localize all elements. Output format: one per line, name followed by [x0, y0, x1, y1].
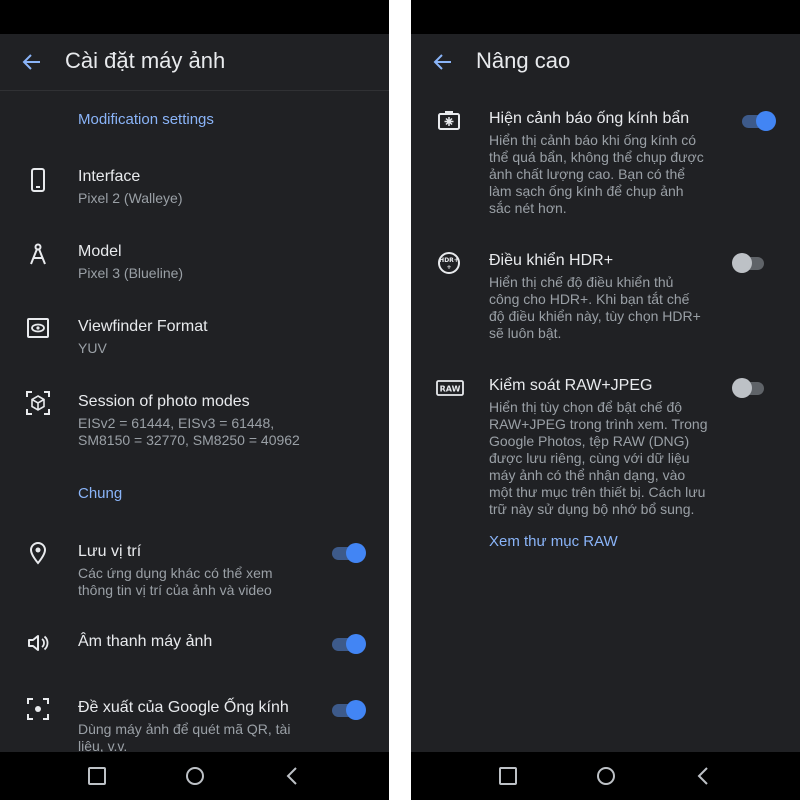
- setting-session[interactable]: Session of photo modes EISv2 = 61444, EI…: [0, 390, 389, 450]
- back-arrow-icon[interactable]: [20, 50, 44, 74]
- setting-title: Interface: [78, 168, 141, 185]
- svg-text:RAW: RAW: [440, 385, 461, 394]
- setting-title: Model: [78, 243, 122, 260]
- setting-title: Session of photo modes: [78, 393, 250, 410]
- back-nav-icon[interactable]: [694, 766, 714, 786]
- setting-model[interactable]: Model Pixel 3 (Blueline): [0, 240, 389, 290]
- app-bar: Cài đặt máy ảnh: [0, 34, 389, 91]
- setting-dirty-lens[interactable]: Hiện cảnh báo ống kính bẩn Hiển thị cảnh…: [411, 108, 800, 218]
- setting-sound[interactable]: Âm thanh máy ảnh: [0, 630, 389, 660]
- recents-icon[interactable]: [498, 766, 518, 786]
- section-header-modification: Modification settings: [78, 111, 214, 128]
- eye-icon: [27, 318, 49, 338]
- setting-google-lens[interactable]: Đề xuất của Google Ống kính Dùng máy ảnh…: [0, 696, 389, 756]
- setting-description-line-3: ảnh chất lượng cao. Bạn có thể: [489, 166, 686, 182]
- view-raw-folder-link[interactable]: Xem thư mục RAW: [489, 533, 618, 550]
- svg-text:+: +: [446, 264, 451, 271]
- setting-title: Đề xuất của Google Ống kính: [78, 699, 289, 716]
- location-toggle[interactable]: [330, 542, 366, 564]
- cube-icon: [26, 391, 50, 415]
- status-bar: [0, 0, 389, 34]
- setting-description-line-5: sắc nét hơn.: [489, 200, 567, 216]
- hdr-toggle[interactable]: [732, 252, 768, 274]
- back-nav-icon[interactable]: [283, 766, 303, 786]
- svg-text:HDR+: HDR+: [439, 257, 459, 264]
- setting-title: Kiểm soát RAW+JPEG: [489, 377, 653, 394]
- setting-subtitle-line-2: SM8150 = 32770, SM8250 = 40962: [78, 432, 300, 448]
- recents-icon[interactable]: [87, 766, 107, 786]
- setting-title: Hiện cảnh báo ống kính bẩn: [489, 110, 690, 127]
- app-bar: Nâng cao: [411, 34, 800, 90]
- nav-bar: [411, 752, 800, 800]
- setting-description-line-3: độ điều khiển này, tùy chọn HDR+: [489, 308, 701, 324]
- setting-subtitle-line-1: Dùng máy ảnh để quét mã QR, tài: [78, 721, 291, 737]
- setting-description-line-3: Google Photos, tệp RAW (DNG): [489, 433, 690, 449]
- setting-description-line-1: Hiển thị tùy chọn để bật chế độ: [489, 399, 683, 415]
- dirty-lens-toggle[interactable]: [740, 110, 776, 132]
- setting-description-line-2: RAW+JPEG trong trình xem. Trong: [489, 416, 708, 432]
- setting-description-line-2: công cho HDR+. Khi bạn tắt chế: [489, 291, 690, 307]
- setting-title: Âm thanh máy ảnh: [78, 633, 213, 650]
- hdr-icon: HDR++: [438, 252, 460, 274]
- raw-icon: RAW: [436, 380, 464, 396]
- sound-toggle[interactable]: [330, 633, 366, 655]
- setting-description-line-4: sẽ luôn bật.: [489, 325, 562, 341]
- setting-title: Lưu vị trí: [78, 543, 142, 560]
- home-icon[interactable]: [185, 766, 205, 786]
- status-bar: [411, 0, 800, 34]
- left-screen: Cài đặt máy ảnh Modification settings In…: [0, 0, 389, 800]
- setting-subtitle: Pixel 3 (Blueline): [78, 265, 184, 281]
- setting-location[interactable]: Lưu vị trí Các ứng dụng khác có thể xem …: [0, 540, 389, 600]
- right-screen: Nâng cao Hiện cảnh báo ống kính bẩn Hiển…: [411, 0, 800, 800]
- setting-subtitle-line-1: EISv2 = 61444, EISv3 = 61448,: [78, 415, 275, 431]
- setting-title: Điều khiển HDR+: [489, 252, 614, 269]
- page-title: Cài đặt máy ảnh: [65, 48, 226, 73]
- home-icon[interactable]: [596, 766, 616, 786]
- raw-jpeg-toggle[interactable]: [732, 377, 768, 399]
- setting-hdr[interactable]: HDR+ + Điều khiển HDR+ Hiển thị chế độ đi…: [411, 250, 800, 341]
- back-arrow-icon[interactable]: [431, 50, 455, 74]
- location-icon: [29, 541, 47, 565]
- setting-raw-jpeg[interactable]: RAW Kiểm soát RAW+JPEG Hiển thị tùy chọn…: [411, 375, 800, 517]
- lens-toggle[interactable]: [330, 699, 366, 721]
- page-title: Nâng cao: [476, 48, 571, 73]
- setting-subtitle: Pixel 2 (Walleye): [78, 190, 183, 206]
- dirty-lens-icon: [438, 111, 460, 130]
- nav-bar: [0, 752, 389, 800]
- setting-description-line-5: máy ảnh có thể nhận dạng, vào: [489, 467, 686, 483]
- phone-icon: [31, 168, 45, 192]
- setting-description-line-6: một thư mục trên thiết bị. Cách lưu: [489, 484, 706, 500]
- setting-subtitle-line-1: Các ứng dụng khác có thể xem: [78, 565, 273, 581]
- lens-icon: [27, 698, 49, 720]
- setting-description-line-4: làm sạch ống kính để chụp ảnh: [489, 183, 684, 199]
- setting-interface[interactable]: Interface Pixel 2 (Walleye): [0, 165, 389, 215]
- compass-icon: [30, 243, 46, 265]
- setting-subtitle: YUV: [78, 340, 107, 356]
- setting-description-line-1: Hiển thị chế độ điều khiển thủ: [489, 274, 674, 290]
- setting-title: Viewfinder Format: [78, 318, 208, 335]
- setting-description-line-2: thể quá bẩn, không thể chụp được: [489, 149, 704, 165]
- setting-description-line-4: được lưu riêng, cùng với dữ liệu: [489, 450, 690, 466]
- setting-description-line-7: trữ này sử dụng bộ nhớ bổ sung.: [489, 501, 695, 517]
- setting-description-line-1: Hiển thị cảnh báo khi ống kính có: [489, 132, 697, 148]
- setting-subtitle-line-2: thông tin vị trí của ảnh và video: [78, 582, 272, 598]
- section-header-general: Chung: [78, 485, 123, 502]
- speaker-icon: [28, 635, 49, 651]
- setting-viewfinder[interactable]: Viewfinder Format YUV: [0, 315, 389, 365]
